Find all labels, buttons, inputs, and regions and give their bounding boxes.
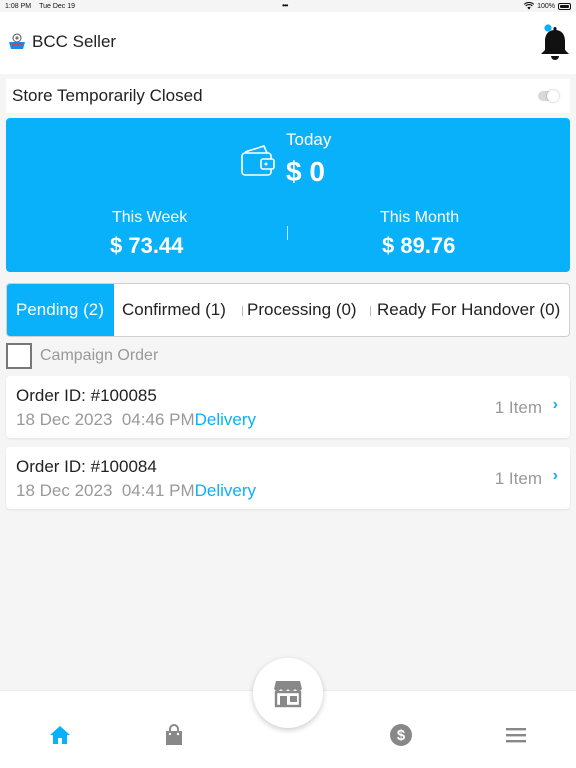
battery-percent: 100%	[537, 2, 555, 10]
tab-ready-for-handover[interactable]: Ready For Handover (0)	[377, 284, 560, 336]
earnings-card: Today $ 0 This Week $ 73.44 This Month $…	[6, 118, 570, 272]
svg-text:$: $	[397, 727, 406, 744]
tab-divider	[370, 306, 371, 316]
tab-confirmed[interactable]: Confirmed (1)	[122, 284, 226, 336]
status-date: Tue Dec 19	[39, 2, 76, 10]
dollar-icon[interactable]: $	[389, 723, 413, 747]
store-closed-row: Store Temporarily Closed	[6, 79, 570, 113]
order-card[interactable]: Order ID: #100084 18 Dec 2023 04:41 PMDe…	[6, 447, 570, 509]
wallet-icon	[241, 145, 275, 176]
chevron-right-icon[interactable]: ›	[553, 467, 558, 485]
app-header: BCC Seller	[0, 12, 576, 74]
store-icon	[274, 681, 302, 708]
status-bar: 1:08 PM Tue Dec 19 ••• 100%	[0, 0, 576, 12]
today-label: Today	[286, 130, 332, 149]
order-type: Delivery	[194, 410, 257, 429]
order-type: Delivery	[194, 481, 257, 500]
week-label: This Week	[112, 209, 188, 226]
chevron-right-icon[interactable]: ›	[553, 396, 558, 414]
app-title: BCC Seller	[32, 32, 117, 51]
campaign-order-checkbox[interactable]	[6, 343, 32, 369]
status-time: 1:08 PM	[5, 2, 32, 10]
store-closed-label: Store Temporarily Closed	[12, 86, 203, 105]
multitask-dots-icon[interactable]: •••	[282, 1, 288, 10]
bell-icon[interactable]	[538, 24, 572, 64]
store-button[interactable]	[253, 658, 323, 728]
order-date-text: 18 Dec 2023 04:46 PM	[16, 410, 195, 429]
store-closed-toggle[interactable]	[538, 90, 559, 102]
campaign-order-label: Campaign Order	[40, 347, 159, 364]
bcc-logo-icon	[9, 33, 25, 49]
order-status-tabs: Pending (2) Confirmed (1) Processing (0)…	[6, 283, 570, 337]
notification-dot	[544, 24, 552, 32]
order-item-count: 1 Item	[494, 469, 542, 488]
month-label: This Month	[380, 209, 460, 226]
week-value: $ 73.44	[110, 233, 184, 258]
wifi-icon	[524, 2, 535, 10]
battery-icon	[558, 2, 571, 10]
tab-divider	[242, 306, 243, 316]
tab-processing[interactable]: Processing (0)	[247, 284, 357, 336]
order-item-count: 1 Item	[494, 398, 542, 417]
today-value: $ 0	[286, 156, 325, 187]
shopping-bag-icon[interactable]	[162, 723, 186, 747]
order-datetime: 18 Dec 2023 04:41 PMDelivery	[16, 481, 256, 501]
order-id: Order ID: #100085	[16, 386, 157, 405]
order-datetime: 18 Dec 2023 04:46 PMDelivery	[16, 410, 256, 430]
tab-pending[interactable]: Pending (2)	[7, 284, 114, 336]
campaign-order-row: Campaign Order	[6, 343, 158, 369]
menu-icon[interactable]	[504, 723, 528, 747]
order-card[interactable]: Order ID: #100085 18 Dec 2023 04:46 PMDe…	[6, 376, 570, 438]
month-value: $ 89.76	[382, 233, 456, 258]
home-icon[interactable]	[48, 723, 72, 747]
earnings-divider	[287, 226, 288, 240]
order-id: Order ID: #100084	[16, 457, 157, 476]
order-date-text: 18 Dec 2023 04:41 PM	[16, 481, 195, 500]
